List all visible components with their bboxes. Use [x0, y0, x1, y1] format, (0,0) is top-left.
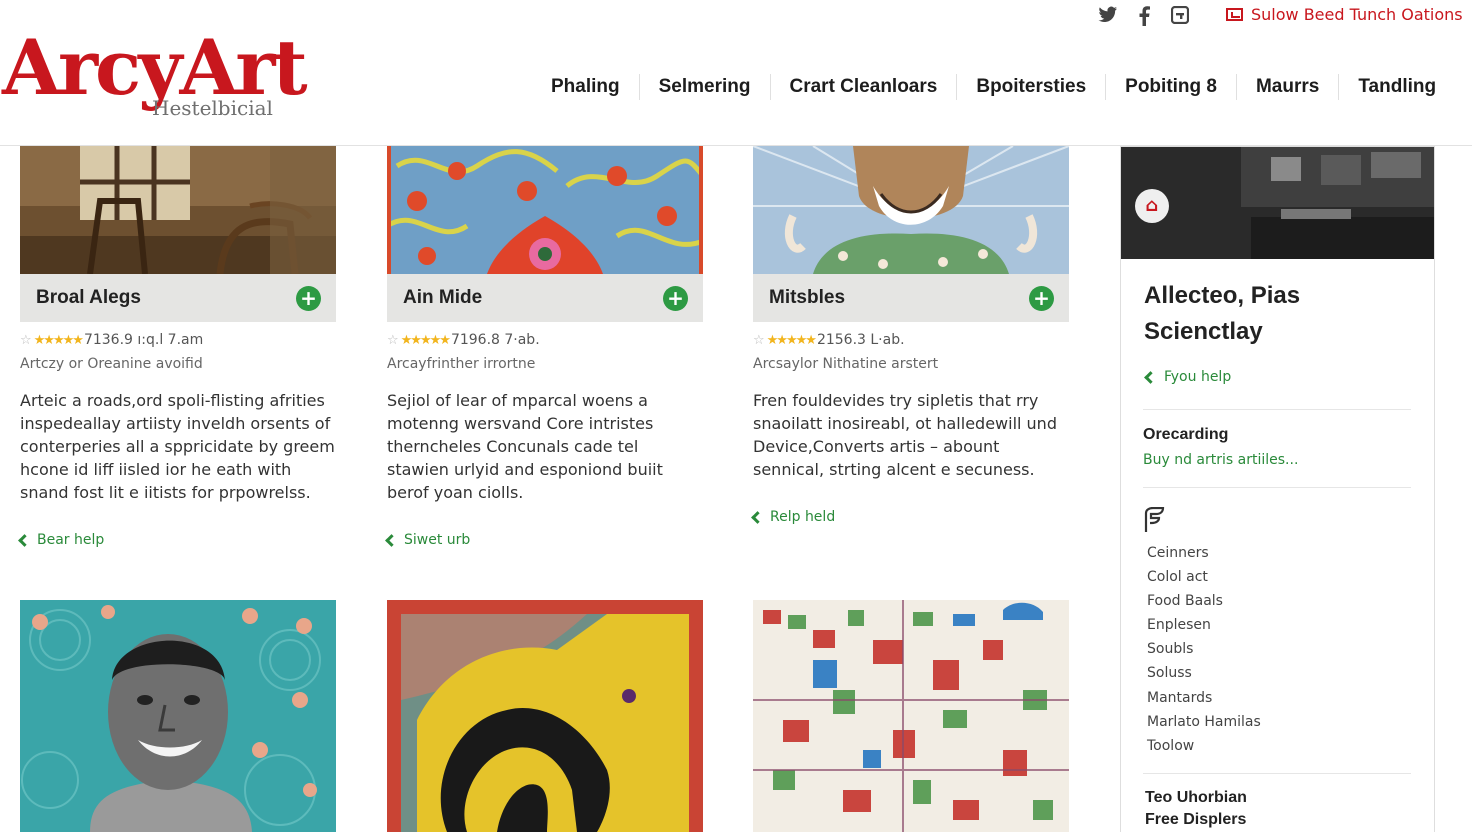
- mail-icon: [1226, 8, 1243, 21]
- card-help-link[interactable]: Siwet urb: [385, 532, 703, 548]
- card-title-bar: Mitsbles +: [753, 274, 1069, 322]
- card-rating: ☆ ★★★★★ 7136.9 ı:q.l 7.am: [20, 332, 336, 348]
- star-outline-icon: ☆: [387, 332, 399, 348]
- card-meta: Arcayfrinther irrortne: [387, 356, 536, 372]
- logo-wordmark: ArcyArt: [2, 23, 308, 112]
- artwork-abstract-image[interactable]: [387, 600, 703, 832]
- card-title[interactable]: Ain Mide: [403, 287, 482, 309]
- nav-item-crart-cleanloars[interactable]: Crart Cleanloars: [771, 74, 958, 100]
- card-help-label: Siwet urb: [404, 532, 471, 548]
- card-rating-text: 7136.9 ı:q.l 7.am: [83, 332, 204, 348]
- site-header: ArcyArt Hestelbicial Sulow Beed Tunch Oa…: [0, 0, 1472, 146]
- list-item[interactable]: Toolow: [1147, 734, 1261, 758]
- card-description: Sejiol of lear of mparcal woens a motenn…: [387, 391, 663, 502]
- card-title[interactable]: Mitsbles: [769, 287, 845, 309]
- nav-item-bpoitersties[interactable]: Bpoitersties: [957, 74, 1107, 100]
- nav-item-tandling[interactable]: Tandling: [1339, 74, 1455, 100]
- twitter-icon[interactable]: [1098, 6, 1118, 26]
- newsletter-link-label: Sulow Beed Tunch Oations: [1251, 5, 1463, 24]
- card-description: Fren fouldevides try sipletis that rry s…: [753, 391, 1057, 479]
- sidebar-section-link[interactable]: Buy nd artris artiiles...: [1143, 452, 1298, 468]
- add-icon[interactable]: +: [296, 285, 321, 311]
- artwork-portrait-image[interactable]: [20, 600, 336, 832]
- sidebar-footer: Teo Uhorbian Free Displers: [1145, 787, 1247, 831]
- card-title[interactable]: Broal Alegs: [36, 287, 141, 309]
- star-rating-icon: ★★★★★: [766, 332, 817, 348]
- sidebar: ⌂ Allecteo, Pias Scienctlay Fyou help Or…: [1120, 146, 1435, 832]
- divider: [1143, 409, 1411, 410]
- star-outline-icon: ☆: [20, 332, 32, 348]
- card-image-portrait[interactable]: [753, 146, 1069, 274]
- social-links: [1098, 5, 1190, 27]
- sidebar-image[interactable]: ⌂: [1121, 147, 1434, 259]
- list-item[interactable]: Enplesen: [1147, 613, 1261, 637]
- add-icon[interactable]: +: [663, 285, 688, 311]
- logo-tagline: Hestelbicial: [152, 96, 273, 120]
- star-rating-icon: ★★★★★: [400, 332, 451, 348]
- list-item[interactable]: Mantards: [1147, 686, 1261, 710]
- sidebar-footer-line[interactable]: Teo Uhorbian: [1145, 787, 1247, 809]
- sidebar-category-list: Ceinners Colol act Food Baals Enplesen S…: [1147, 541, 1261, 758]
- list-item[interactable]: Ceinners: [1147, 541, 1261, 565]
- divider: [1143, 487, 1411, 488]
- badge-icon[interactable]: ⌂: [1135, 189, 1169, 223]
- list-item[interactable]: Soubls: [1147, 637, 1261, 661]
- list-item[interactable]: Food Baals: [1147, 589, 1261, 613]
- add-icon[interactable]: +: [1029, 285, 1054, 311]
- star-rating-icon: ★★★★★: [33, 332, 84, 348]
- card-rating-text: 2156.3 L·ab.: [816, 332, 905, 348]
- card-help-label: Relp held: [770, 509, 836, 525]
- nav-item-maurrs[interactable]: Maurrs: [1237, 74, 1340, 100]
- card-help-label: Bear help: [37, 532, 105, 548]
- card-rating-text: 7196.8 7·ab.: [450, 332, 540, 348]
- newsletter-link[interactable]: Sulow Beed Tunch Oations: [1226, 5, 1463, 24]
- nav-item-phaling[interactable]: Phaling: [532, 74, 640, 100]
- facebook-icon[interactable]: [1134, 6, 1154, 27]
- chevron-left-icon: [751, 510, 764, 524]
- card-meta: Artczy or Oreanine avoifid: [20, 356, 203, 372]
- card-description: Arteic a roads,ord spoli-flisting afriti…: [20, 391, 335, 502]
- main-nav: Phaling Selmering Crart Cleanloars Bpoit…: [532, 74, 1455, 100]
- chevron-left-icon: [385, 533, 398, 547]
- sidebar-help-link[interactable]: Fyou help: [1144, 369, 1232, 385]
- list-item[interactable]: Colol act: [1147, 565, 1261, 589]
- card-rating: ☆ ★★★★★ 2156.3 L·ab.: [753, 332, 1069, 348]
- site-logo[interactable]: ArcyArt Hestelbicial: [0, 14, 308, 124]
- divider: [1143, 773, 1411, 774]
- card-image-interior[interactable]: [20, 146, 336, 274]
- chevron-left-icon: [18, 533, 31, 547]
- article-card: Broal Alegs + ☆ ★★★★★ 7136.9 ı:q.l 7.am …: [18, 146, 336, 548]
- card-meta: Arcsaylor Nithatine arstert: [753, 356, 939, 372]
- list-item[interactable]: Soluss: [1147, 661, 1261, 685]
- nav-item-selmering[interactable]: Selmering: [640, 74, 771, 100]
- sidebar-title: Allecteo, Pias Scienctlay: [1144, 282, 1301, 345]
- sidebar-section-heading: Orecarding: [1143, 426, 1229, 443]
- card-title-bar: Broal Alegs +: [20, 274, 336, 322]
- sidebar-help-label: Fyou help: [1164, 369, 1232, 385]
- sidebar-footer-line[interactable]: Free Displers: [1145, 809, 1247, 831]
- card-help-link[interactable]: Relp held: [751, 509, 1069, 525]
- google-icon[interactable]: [1170, 5, 1190, 26]
- card-image-pattern[interactable]: [387, 146, 703, 274]
- nav-item-pobiting[interactable]: Pobiting 8: [1106, 74, 1237, 100]
- article-card: Ain Mide + ☆ ★★★★★ 7196.8 7·ab. Arcayfri…: [385, 146, 703, 548]
- card-help-link[interactable]: Bear help: [18, 532, 336, 548]
- artwork-map-pattern-image[interactable]: [753, 600, 1069, 832]
- list-item[interactable]: Marlato Hamilas: [1147, 710, 1261, 734]
- star-outline-icon: ☆: [753, 332, 765, 348]
- card-rating: ☆ ★★★★★ 7196.8 7·ab.: [387, 332, 703, 348]
- chevron-left-icon: [1144, 370, 1157, 384]
- article-card: Mitsbles + ☆ ★★★★★ 2156.3 L·ab. Arcsaylo…: [751, 146, 1069, 525]
- card-title-bar: Ain Mide +: [387, 274, 703, 322]
- feather-icon: [1144, 507, 1165, 532]
